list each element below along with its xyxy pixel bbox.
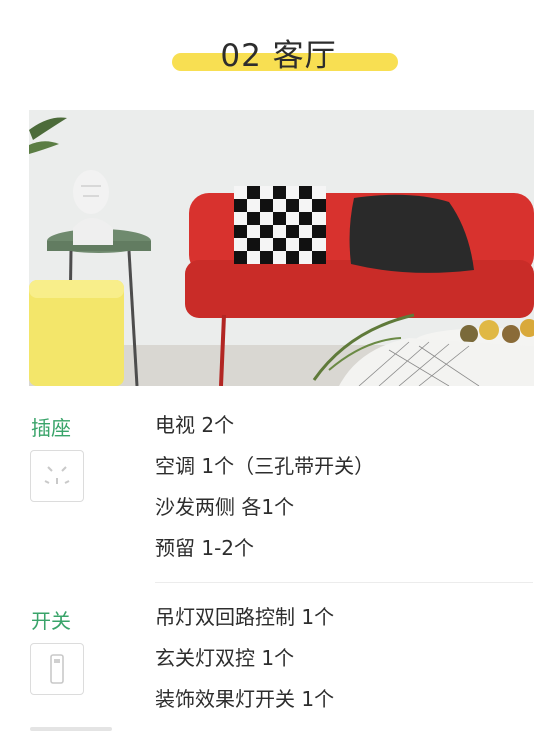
living-room-photo (29, 110, 534, 386)
list-item: 装饰效果灯开关 1个 (155, 687, 335, 711)
list-item: 吊灯双回路控制 1个 (155, 605, 335, 629)
socket-item-list: 电视 2个 空调 1个（三孔带开关） 沙发两侧 各1个 预留 1-2个 (155, 405, 374, 569)
list-item: 空调 1个（三孔带开关） (155, 454, 375, 478)
list-item: 玄关灯双控 1个 (155, 646, 295, 670)
header: 02 客厅 (0, 0, 557, 90)
page-title: 02 客厅 (220, 38, 337, 74)
switch-icon (30, 643, 84, 695)
list-item: 电视 2个 (155, 413, 235, 437)
list-item: 沙发两侧 各1个 (155, 495, 295, 519)
list-item: 预留 1-2个 (155, 536, 255, 560)
switch-item-list: 吊灯双回路控制 1个 玄关灯双控 1个 装饰效果灯开关 1个 (155, 597, 334, 720)
section-divider (155, 582, 533, 583)
socket-icon (30, 450, 84, 502)
section-label-socket: 插座 (31, 416, 71, 440)
section-label-switch: 开关 (31, 609, 71, 633)
watermark (30, 727, 112, 731)
